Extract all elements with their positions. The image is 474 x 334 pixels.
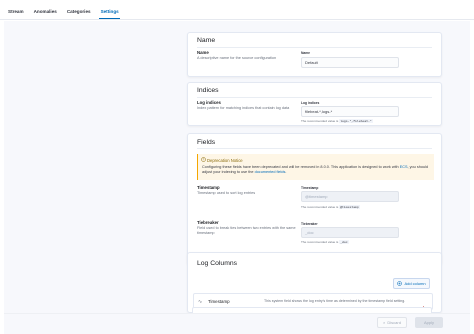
indices-panel: Indices Log indices Index pattern for ma…	[187, 82, 442, 126]
svg-text:?: ?	[203, 158, 205, 162]
tab-anomalies[interactable]: Anomalies	[32, 9, 58, 19]
chevron-icon[interactable]: ∿	[198, 299, 203, 305]
input-label: Tiebreaker	[301, 222, 318, 226]
apply-button[interactable]: Apply	[415, 317, 443, 328]
divider	[197, 97, 432, 98]
column-description: This system field shows the log entry's …	[264, 299, 406, 303]
field-description: Timestamp used to sort log entries	[197, 191, 256, 195]
input-label: Name	[301, 51, 310, 55]
cross-icon: ×	[383, 320, 386, 325]
input-label: Log indices	[301, 101, 320, 105]
help-circle-icon: ?	[201, 157, 206, 162]
field-title: Name	[197, 50, 209, 55]
bottom-bar: × Discard Apply	[4, 313, 470, 334]
tiebreaker-input[interactable]: _doc	[301, 227, 399, 238]
help-text: The recommended value is _doc	[301, 240, 349, 244]
panel-title: Indices	[197, 87, 219, 94]
add-column-button[interactable]: Add column	[393, 278, 430, 289]
help-prefix: The recommended value is	[301, 205, 339, 209]
callout-body: Configuring these fields have been depre…	[202, 165, 432, 175]
discard-label: Discard	[387, 320, 401, 325]
panel-title: Name	[197, 37, 216, 44]
help-prefix: The recommended value is	[301, 119, 339, 123]
field-description: A descriptive name for the source config…	[197, 56, 277, 60]
tab-bar: Stream Anomalies Categories Settings	[0, 0, 474, 20]
name-panel: Name Name A descriptive name for the sou…	[187, 32, 442, 77]
help-text: The recommended value is logs-*,filebeat…	[301, 119, 373, 123]
documented-fields-link[interactable]: documented fields	[255, 170, 286, 174]
timestamp-input[interactable]: @timestamp	[301, 191, 399, 202]
callout-text: .	[285, 170, 287, 174]
name-input[interactable]: Default	[301, 57, 399, 68]
tab-stream[interactable]: Stream	[6, 9, 25, 19]
help-text: The recommended value is @timestamp	[301, 205, 360, 209]
ecs-link[interactable]: ECS	[400, 165, 408, 169]
callout-text: Configuring these fields have been depre…	[202, 165, 399, 169]
panel-title: Log Columns	[197, 260, 238, 267]
field-description: Index pattern for matching indices that …	[197, 106, 290, 110]
divider	[197, 47, 432, 48]
panel-title: Fields	[197, 139, 216, 146]
deprecation-callout: ? Deprecation Notice Configuring these f…	[197, 154, 434, 180]
column-name: Timestamp	[208, 299, 230, 304]
input-label: Timestamp	[301, 186, 319, 190]
help-code: @timestamp	[339, 205, 360, 209]
plus-in-circle-icon	[397, 280, 403, 287]
tab-categories[interactable]: Categories	[65, 9, 92, 19]
field-title: Tiebreaker	[197, 220, 219, 225]
log-columns-panel: Log Columns Add column ∿ Timestamp This …	[187, 252, 442, 313]
apply-label: Apply	[423, 320, 434, 325]
help-code: _doc	[339, 240, 349, 244]
log-indices-input[interactable]: filebeat-*,logs-*	[301, 106, 399, 117]
help-prefix: The recommended value is	[301, 240, 339, 244]
fields-panel: Fields ? Deprecation Notice Configuring …	[187, 133, 442, 265]
tab-settings[interactable]: Settings	[98, 9, 120, 19]
divider	[197, 148, 432, 149]
field-title: Timestamp	[197, 185, 220, 190]
trash-icon[interactable]	[421, 299, 426, 312]
field-description: Field used to break ties between two ent…	[197, 226, 296, 235]
add-column-label: Add column	[404, 281, 426, 286]
help-code: logs-*,filebeat-*	[339, 119, 373, 123]
discard-button[interactable]: × Discard	[377, 317, 407, 328]
settings-page: Name Name A descriptive name for the sou…	[4, 21, 470, 334]
callout-title: Deprecation Notice	[207, 158, 243, 163]
field-title: Log indices	[197, 100, 221, 105]
